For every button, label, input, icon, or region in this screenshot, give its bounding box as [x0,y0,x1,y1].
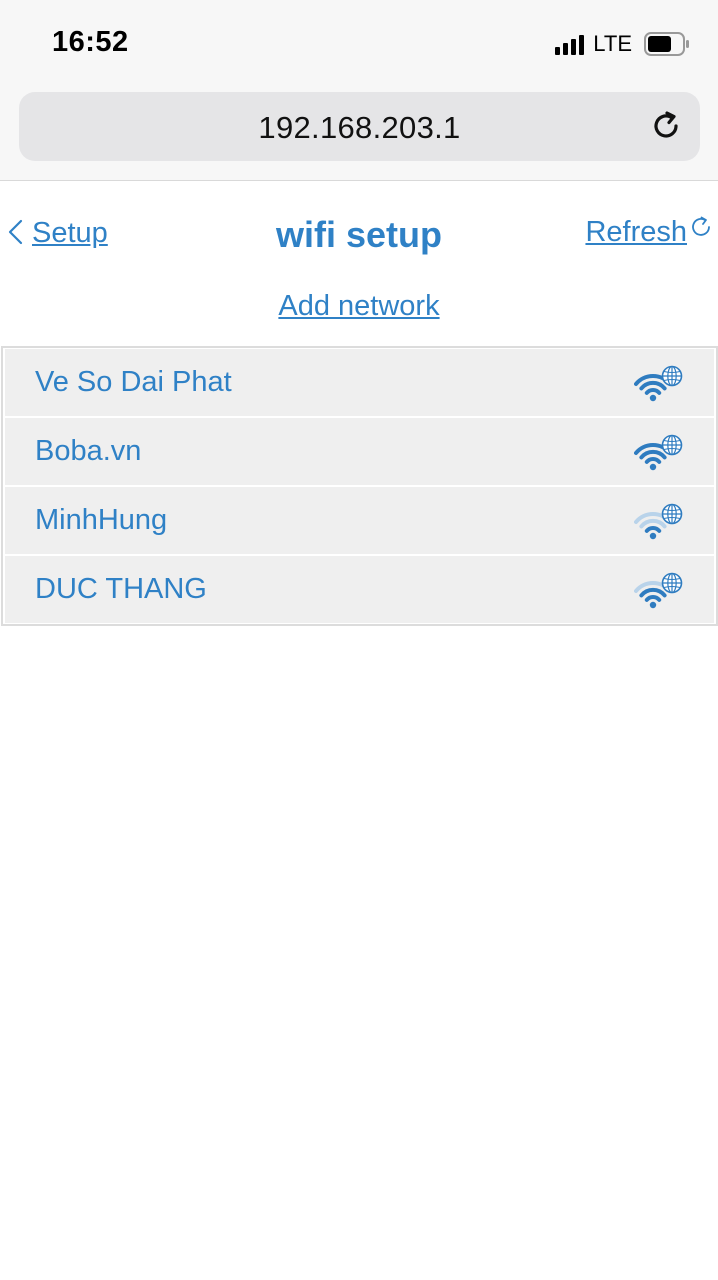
wifi-globe-icon [634,434,683,471]
status-indicators: LTE [555,30,690,58]
network-name: MinhHung [35,504,168,536]
network-row[interactable]: MinhHung [5,487,714,554]
battery-icon [644,32,689,56]
network-row[interactable]: DUC THANG [5,556,714,623]
network-row[interactable]: Boba.vn [5,418,714,485]
network-type: LTE [593,31,632,56]
wifi-globe-icon [634,572,683,609]
wifi-globe-icon [634,365,683,402]
network-name: Ve So Dai Phat [35,366,232,398]
add-network-link[interactable]: Add network [0,290,718,338]
status-bar: 16:52 LTE [0,0,718,88]
wifi-globe-icon [634,503,683,540]
refresh-label[interactable]: Refresh [585,216,687,249]
browser-chrome: 16:52 LTE 192.168.203.1 [0,0,718,181]
network-name: Boba.vn [35,435,142,467]
cellular-signal-icon [555,33,585,55]
reload-icon [654,111,678,138]
url-text[interactable]: 192.168.203.1 [19,110,700,146]
network-name: DUC THANG [35,573,207,605]
nav-row: Setup wifi setup Refresh [0,182,718,292]
refresh-link[interactable]: Refresh [585,216,714,249]
reload-button[interactable] [646,106,686,146]
network-row[interactable]: Ve So Dai Phat [5,349,714,416]
status-time: 16:52 [52,26,129,58]
url-bar[interactable]: 192.168.203.1 [19,92,700,161]
refresh-icon [692,216,710,236]
network-list: Ve So Dai Phat Boba.vn MinhHung DUC THAN… [1,346,718,626]
wifi-setup-page: Setup wifi setup Refresh Add network Ve … [0,182,718,626]
